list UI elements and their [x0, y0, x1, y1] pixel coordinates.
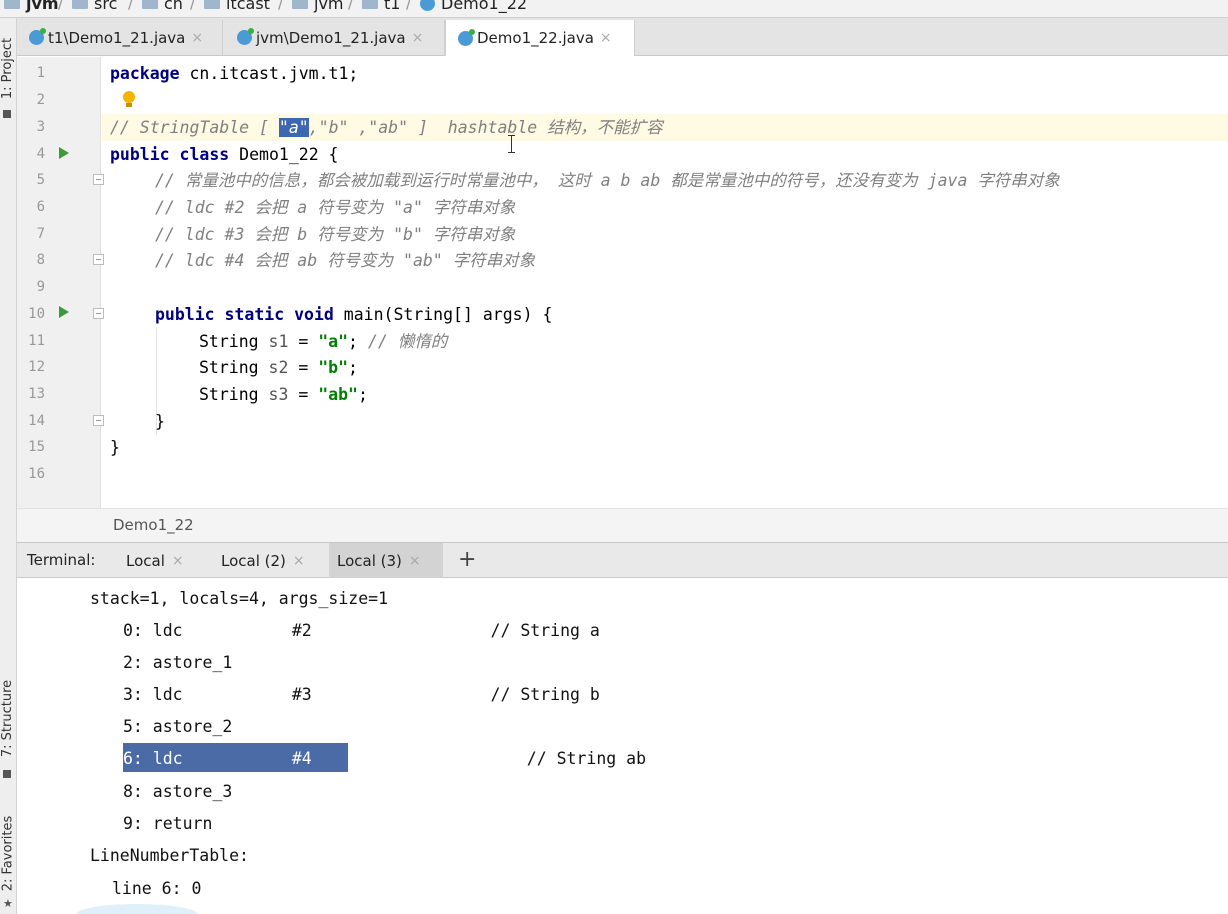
terminal-tab-local-2[interactable]: Local (2) × — [213, 543, 313, 578]
line-number: 7 — [36, 226, 45, 242]
fold-icon[interactable] — [93, 415, 104, 426]
folder-icon — [4, 0, 20, 9]
close-icon[interactable]: × — [409, 553, 421, 569]
decorative-shape — [77, 904, 197, 914]
terminal-line: stack=1, locals=4, args_size=1 — [90, 589, 389, 608]
terminal-line: 5: astore_2 — [123, 717, 233, 736]
terminal-line: 0: ldc #2 // String a — [123, 621, 600, 640]
tab-demo1_22[interactable]: Demo1_22.java × — [445, 20, 635, 56]
breadcrumb-item-jvm[interactable]: jvm — [4, 0, 59, 13]
folder-icon — [142, 0, 158, 9]
lightbulb-icon[interactable] — [123, 91, 135, 107]
code-line-1: package cn.itcast.jvm.t1; — [110, 64, 359, 83]
terminal-tab-local-3[interactable]: Local (3) × — [329, 543, 443, 578]
project-tool-icon — [3, 110, 11, 118]
run-icon[interactable] — [59, 147, 69, 159]
terminal-line: 2: astore_1 — [123, 653, 233, 672]
terminal-header: Terminal: Local × Local (2) × Local (3) × + — [17, 542, 1228, 578]
terminal-line: line 6: 0 — [112, 879, 202, 898]
terminal-line: 9: return — [123, 814, 213, 833]
code-line-8: // ldc #4 会把 ab 符号变为 "ab" 字符串对象 — [155, 251, 536, 270]
favorites-tool-button[interactable]: 2: Favorites — [1, 808, 16, 898]
close-icon[interactable]: × — [293, 553, 305, 569]
terminal-line: LineNumberTable: — [90, 846, 249, 865]
close-icon[interactable]: × — [191, 30, 203, 46]
code-line-3: // StringTable [ "a","b" ,"ab" ] hashtab… — [110, 118, 663, 137]
folder-icon — [362, 0, 378, 9]
terminal-line: 8: astore_3 — [123, 782, 233, 801]
folder-icon — [292, 0, 308, 9]
code-line-12: String s2 = "b"; — [199, 358, 358, 377]
folder-icon — [204, 0, 220, 9]
code-line-14: } — [155, 412, 165, 431]
terminal-label: Terminal: — [27, 551, 96, 569]
java-class-icon — [458, 28, 475, 46]
line-number: 4 — [36, 146, 45, 162]
breadcrumb-item-itcast[interactable]: itcast — [204, 0, 270, 13]
code-line-11: String s1 = "a"; // 懒惰的 — [199, 332, 448, 351]
line-number: 6 — [36, 199, 45, 215]
code-line-5: // 常量池中的信息，都会被加载到运行时常量池中， 这时 a b ab 都是常量… — [155, 171, 1060, 190]
editor-tab-bar: t1\Demo1_21.java × jvm\Demo1_21.java × D… — [17, 18, 1228, 56]
terminal-line: // String ab — [348, 749, 647, 768]
breadcrumb-item-cn[interactable]: cn — [142, 0, 183, 13]
navigation-breadcrumb: jvm / src / cn / itcast / jvm / t1 / Dem… — [0, 0, 1228, 18]
breadcrumb-item-jvm-pkg[interactable]: jvm — [292, 0, 344, 13]
line-number: 10 — [28, 306, 45, 322]
structure-tool-button[interactable]: 7: Structure — [1, 668, 16, 768]
breadcrumb-item-t1[interactable]: t1 — [362, 0, 400, 13]
close-icon[interactable]: × — [412, 30, 424, 46]
terminal-selected-text: 6: ldc #4 — [123, 749, 312, 768]
terminal-line: 3: ldc #3 // String b — [123, 685, 600, 704]
line-number: 16 — [28, 466, 45, 482]
fold-icon[interactable] — [93, 174, 104, 185]
code-editor[interactable]: 1 2 3 4 5 6 7 8 9 10 11 12 13 14 15 16 p… — [17, 57, 1228, 542]
terminal-tab-local[interactable]: Local × — [118, 543, 192, 578]
fold-icon[interactable] — [93, 254, 104, 265]
code-line-6: // ldc #2 会把 a 符号变为 "a" 字符串对象 — [155, 198, 516, 217]
java-class-icon — [29, 28, 46, 45]
text-cursor — [508, 135, 515, 153]
line-number: 5 — [36, 172, 45, 188]
structure-tool-icon — [3, 770, 11, 778]
add-terminal-icon[interactable]: + — [458, 547, 476, 572]
editor-footer-breadcrumb: Demo1_22 — [17, 508, 1228, 542]
java-class-icon — [237, 28, 254, 45]
line-number: 8 — [36, 252, 45, 268]
line-number: 11 — [28, 333, 45, 349]
line-number: 1 — [36, 65, 45, 81]
line-number: 14 — [28, 413, 45, 429]
breadcrumb-item-demo1_22[interactable]: Demo1_22 — [420, 0, 527, 13]
project-tool-button[interactable]: 1: Project — [1, 28, 16, 108]
close-icon[interactable]: × — [600, 30, 612, 46]
selected-text: "a" — [278, 118, 309, 137]
terminal-output[interactable]: stack=1, locals=4, args_size=1 0: ldc #2… — [17, 579, 1228, 914]
line-number: 13 — [28, 386, 45, 402]
tab-t1-demo1_21[interactable]: t1\Demo1_21.java × — [17, 20, 223, 55]
folder-icon — [72, 0, 88, 9]
breadcrumb-class-name[interactable]: Demo1_22 — [113, 516, 194, 534]
tab-jvm-demo1_21[interactable]: jvm\Demo1_21.java × — [225, 20, 445, 55]
code-line-4: public class Demo1_22 { — [110, 145, 339, 164]
fold-icon[interactable] — [93, 308, 104, 319]
code-line-13: String s3 = "ab"; — [199, 385, 368, 404]
close-icon[interactable]: × — [172, 553, 184, 569]
line-number: 15 — [28, 439, 45, 455]
editor-gutter: 1 2 3 4 5 6 7 8 9 10 11 12 13 14 15 16 — [17, 57, 104, 542]
line-number: 3 — [36, 119, 45, 135]
code-line-15: } — [110, 438, 120, 457]
line-number: 9 — [36, 279, 45, 295]
left-tool-strip: 1: Project 7: Structure 2: Favorites ★ — [0, 18, 17, 914]
line-number: 2 — [36, 92, 45, 108]
run-icon[interactable] — [59, 306, 69, 318]
line-number: 12 — [28, 359, 45, 375]
star-icon: ★ — [3, 897, 13, 910]
java-class-icon — [420, 0, 435, 11]
breadcrumb-item-src[interactable]: src — [72, 0, 117, 13]
code-line-7: // ldc #3 会把 b 符号变为 "b" 字符串对象 — [155, 225, 516, 244]
code-line-10: public static void main(String[] args) { — [155, 305, 553, 324]
